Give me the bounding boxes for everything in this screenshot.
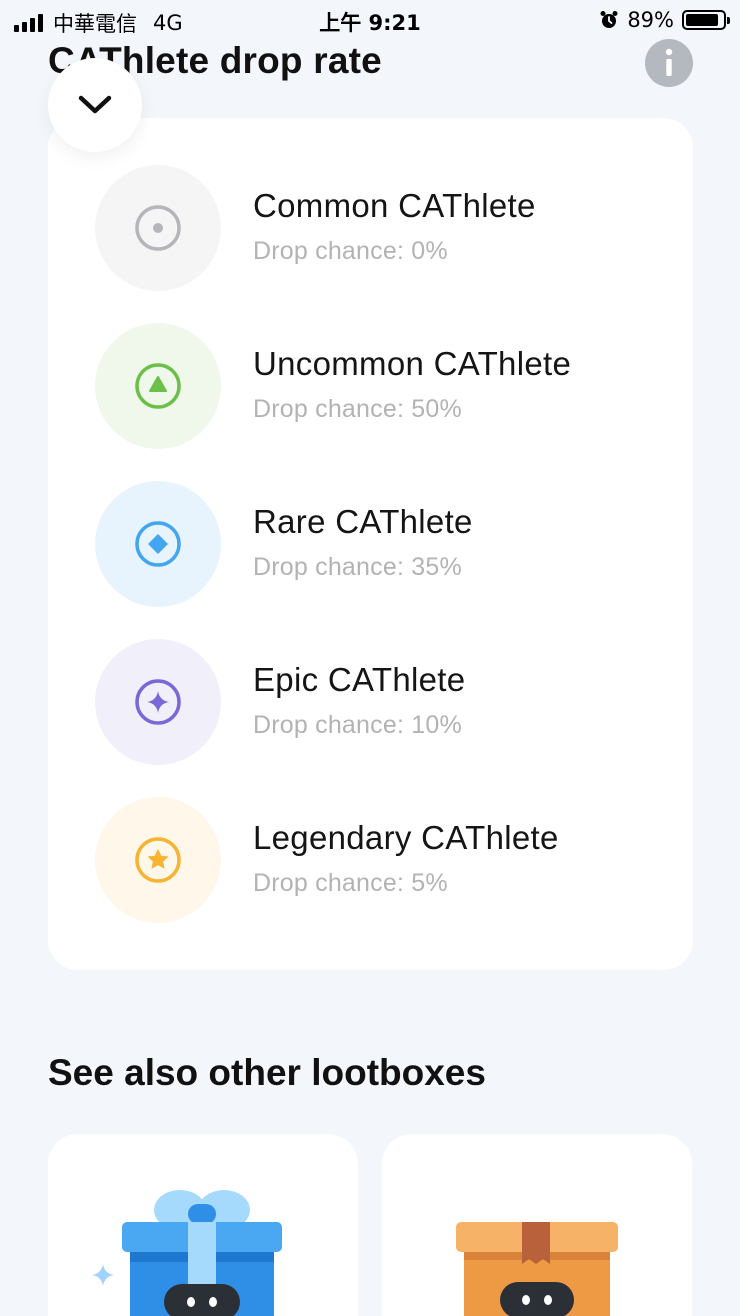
rate-name: Epic CAThlete: [253, 661, 466, 698]
drop-rate-card: Common CAThlete Drop chance: 0% Uncommon…: [48, 118, 693, 970]
blue-gift-box-icon: [122, 1190, 282, 1316]
triangle-icon: [135, 363, 181, 409]
info-icon: [665, 48, 673, 76]
common-badge: [95, 165, 221, 291]
alarm-icon: [600, 11, 618, 28]
rate-chance: Drop chance: 0%: [253, 237, 448, 265]
sparkle-decoration-icon: [92, 1264, 114, 1286]
rate-chance: Drop chance: 35%: [253, 553, 462, 581]
section-title: See also other lootboxes: [48, 1052, 486, 1093]
rate-row-common: Common CAThlete Drop chance: 0%: [95, 165, 655, 291]
status-bar: 中華電信 4G 上午 9:21 89%: [0, 0, 740, 40]
rate-name: Legendary CAThlete: [253, 819, 559, 856]
battery-icon: [682, 10, 730, 30]
rate-name: Rare CAThlete: [253, 503, 473, 540]
rate-row-legendary: Legendary CAThlete Drop chance: 5%: [95, 797, 655, 923]
rate-row-uncommon: Uncommon CAThlete Drop chance: 50%: [95, 323, 655, 449]
sparkle-icon: [135, 679, 181, 725]
rate-chance: Drop chance: 5%: [253, 869, 448, 897]
battery-percent: 89%: [627, 8, 674, 32]
star-icon: [135, 837, 181, 883]
circle-dot-icon: [135, 205, 181, 251]
rate-row-rare: Rare CAThlete Drop chance: 35%: [95, 481, 655, 607]
legendary-badge: [95, 797, 221, 923]
lootbox-card-blue[interactable]: [48, 1134, 358, 1316]
rate-name: Uncommon CAThlete: [253, 345, 572, 382]
uncommon-badge: [95, 323, 221, 449]
info-button[interactable]: [645, 39, 693, 87]
status-right: 89%: [599, 8, 730, 32]
collapse-button[interactable]: [48, 58, 142, 152]
rate-name: Common CAThlete: [253, 187, 536, 224]
epic-badge: [95, 639, 221, 765]
chevron-down-icon: [78, 95, 112, 114]
diamond-icon: [135, 521, 181, 567]
rate-row-epic: Epic CAThlete Drop chance: 10%: [95, 639, 655, 765]
rare-badge: [95, 481, 221, 607]
rate-chance: Drop chance: 50%: [253, 395, 462, 423]
lootbox-card-orange[interactable]: [382, 1134, 692, 1316]
rate-chance: Drop chance: 10%: [253, 711, 462, 739]
orange-crate-box-icon: [456, 1222, 618, 1316]
